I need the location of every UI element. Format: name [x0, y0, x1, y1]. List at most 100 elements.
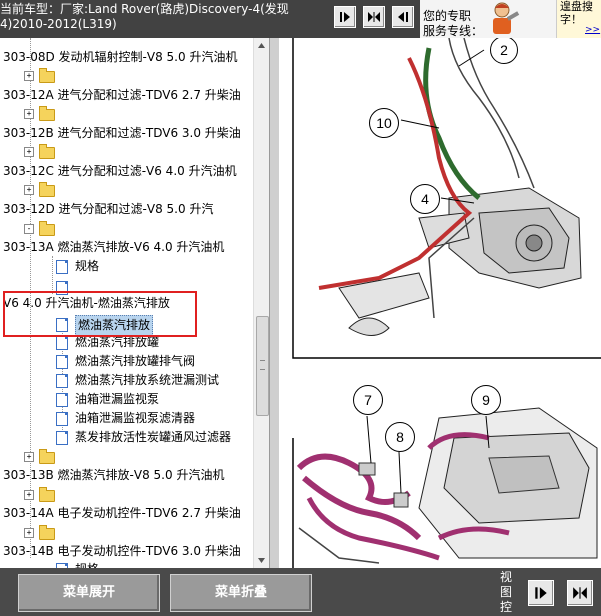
tree-label: 燃油蒸汽排放罐排气阀: [75, 354, 196, 368]
callout-8-label: 8: [396, 429, 404, 445]
tree-document-item[interactable]: 燃油蒸汽排放系统泄漏测试: [0, 371, 253, 390]
callout-9-label: 9: [482, 392, 490, 408]
menu-collapse-button[interactable]: 菜单折叠: [170, 574, 312, 612]
document-icon: [56, 355, 68, 369]
expand-toggle-icon[interactable]: +: [24, 109, 34, 119]
tree-category-item[interactable]: 303-12C 进气分配和过滤-V6 4.0 升汽油机: [0, 162, 253, 181]
tree-label: 303-12B 进气分配和过滤-TDV6 3.0 升柴油: [3, 126, 241, 140]
expand-toggle-icon[interactable]: +: [24, 147, 34, 157]
tree-category-item[interactable]: 303-13B 燃油蒸汽排放-V8 5.0 升汽油机: [0, 466, 253, 485]
document-icon: [56, 412, 68, 426]
expand-toggle-icon[interactable]: +: [24, 71, 34, 81]
folder-icon: [39, 182, 55, 197]
tree-scrollbar[interactable]: [253, 38, 269, 568]
view-control-label: 视图控: [499, 570, 512, 614]
scroll-down-button[interactable]: [254, 553, 269, 568]
bottom-expand-button[interactable]: [567, 580, 593, 606]
callout-10-label: 10: [376, 115, 392, 131]
folder-icon: [39, 106, 55, 121]
tree-label: 303-08D 发动机辐射控制-V8 5.0 升汽油机: [3, 50, 238, 64]
service-line-2: 服务专线：: [423, 24, 484, 38]
document-icon: [56, 374, 68, 388]
bottom-next-button[interactable]: [528, 580, 554, 606]
expand-toggle-icon[interactable]: +: [24, 490, 34, 500]
document-icon: [56, 336, 68, 350]
diagram-panel: 2 10 4 7 9 8: [279, 38, 601, 568]
promo-box: 遑盘搜 字！ >>: [556, 0, 601, 38]
scroll-up-button[interactable]: [254, 38, 269, 53]
play-left-icon: [398, 12, 408, 22]
lower-figure: [292, 407, 598, 568]
tree-document-item[interactable]: 蒸发排放活性炭罐通风过滤器: [0, 428, 253, 447]
tree-document-item[interactable]: 油箱泄漏监视泵滤清器: [0, 409, 253, 428]
next-page-button[interactable]: [334, 6, 356, 28]
scroll-thumb[interactable]: [256, 316, 269, 416]
promo-link[interactable]: >>: [585, 25, 600, 35]
tree-label: 303-12A 进气分配和过滤-TDV6 2.7 升柴油: [3, 88, 241, 102]
vehicle-line-2: 4)2010-2012(L319): [0, 17, 117, 31]
callout-9: 9: [471, 385, 501, 415]
tree-label: 燃油蒸汽排放系统泄漏测试: [75, 373, 220, 387]
tree-document-item[interactable]: 规格: [0, 257, 253, 276]
document-icon: [56, 393, 68, 407]
play-right-icon: [340, 12, 350, 22]
service-line-1: 您的专职: [423, 9, 472, 23]
technician-avatar-icon: [482, 0, 522, 38]
tree-document-item[interactable]: 油箱泄漏监视泵: [0, 390, 253, 409]
folder-icon: [39, 68, 55, 83]
folder-icon: [39, 221, 55, 236]
engine-assembly: [338, 187, 582, 336]
tree-label: 303-13A 燃油蒸汽排放-V6 4.0 升汽油机: [3, 240, 225, 254]
tree-label: 303-12D 进气分配和过滤-V8 5.0 升汽: [3, 202, 214, 216]
tree-category-item[interactable]: 303-12A 进气分配和过滤-TDV6 2.7 升柴油: [0, 86, 253, 105]
expand-toggle-icon[interactable]: +: [24, 452, 34, 462]
evap-system-diagram: [292, 38, 601, 568]
callout-4: 4: [410, 184, 440, 214]
chevron-down-icon: [258, 558, 265, 563]
tree-label: 303-14B 电子发动机控件-TDV6 3.0 升柴油: [3, 544, 241, 558]
red-hose: [318, 57, 473, 290]
tree-category-item[interactable]: 303-14B 电子发动机控件-TDV6 3.0 升柴油: [0, 542, 253, 561]
highlight-annotation: [3, 291, 197, 337]
collapse-toggle-icon[interactable]: -: [24, 224, 34, 234]
tree-label: 油箱泄漏监视泵滤清器: [75, 411, 196, 425]
tree-label: 303-12C 进气分配和过滤-V6 4.0 升汽油机: [3, 164, 237, 178]
tree-category-item[interactable]: 303-14A 电子发动机控件-TDV6 2.7 升柴油: [0, 504, 253, 523]
tree-category-item[interactable]: 303-13A 燃油蒸汽排放-V6 4.0 升汽油机: [0, 238, 253, 257]
expand-toggle-icon[interactable]: +: [24, 185, 34, 195]
double-arrow-icon: [573, 587, 587, 599]
tree-category-item[interactable]: 303-12B 进气分配和过滤-TDV6 3.0 升柴油: [0, 124, 253, 143]
double-arrow-icon: [368, 12, 380, 22]
tree-folder-node[interactable]: +: [0, 523, 253, 542]
tree-document-item[interactable]: 燃油蒸汽排放罐排气阀: [0, 352, 253, 371]
folder-icon: [39, 487, 55, 502]
service-text: 您的专职 服务专线：: [423, 9, 483, 39]
vehicle-info: 当前车型：厂家:Land Rover(路虎)Discovery-4(发现 4)2…: [0, 2, 300, 32]
tree-folder-node[interactable]: +: [0, 104, 253, 123]
document-icon: [56, 260, 68, 274]
callout-4-label: 4: [421, 191, 429, 207]
document-icon: [56, 431, 68, 445]
tree-folder-node[interactable]: +: [0, 447, 253, 466]
callout-7: 7: [353, 385, 383, 415]
tree-document-item[interactable]: 规格: [0, 560, 253, 568]
previous-page-button[interactable]: [392, 6, 414, 28]
menu-expand-button[interactable]: 菜单展开: [18, 574, 160, 612]
folder-icon: [39, 449, 55, 464]
folder-icon: [39, 144, 55, 159]
tree-folder-node[interactable]: +: [0, 142, 253, 161]
tree-label: 规格: [75, 259, 100, 273]
bottom-bar: 菜单展开 菜单折叠 视图控: [0, 568, 601, 616]
expand-toggle-icon[interactable]: +: [24, 528, 34, 538]
callout-7-label: 7: [364, 392, 372, 408]
tree-category-item[interactable]: 303-12D 进气分配和过滤-V8 5.0 升汽: [0, 200, 253, 219]
tree-label: 规格: [75, 560, 99, 568]
tree-folder-node[interactable]: +: [0, 485, 253, 504]
tree-folder-node[interactable]: +: [0, 180, 253, 199]
expand-horizontal-button[interactable]: [363, 6, 385, 28]
tree-category-item[interactable]: 303-08D 发动机辐射控制-V8 5.0 升汽油机: [0, 48, 253, 67]
tree-label: 蒸发排放活性炭罐通风过滤器: [75, 430, 232, 444]
tree-folder-node[interactable]: +: [0, 66, 253, 85]
top-bar: 当前车型：厂家:Land Rover(路虎)Discovery-4(发现 4)2…: [0, 0, 601, 38]
tree-folder-node[interactable]: -: [0, 219, 253, 238]
